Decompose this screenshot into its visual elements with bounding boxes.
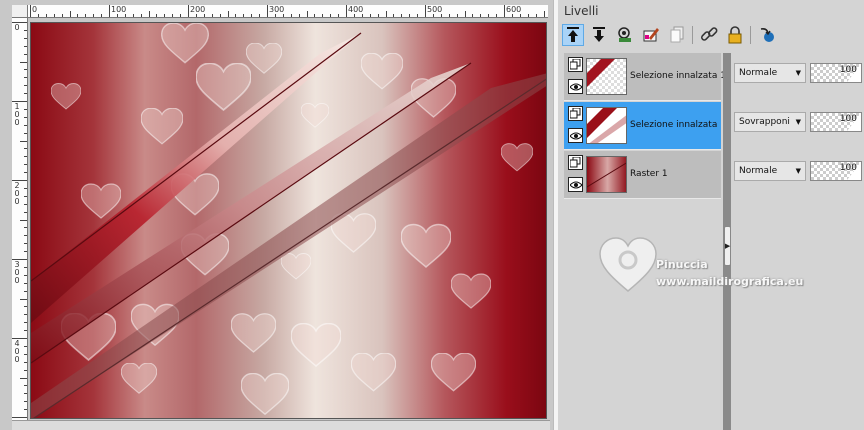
ruler-label: 200: [190, 5, 206, 14]
eye-icon: [569, 132, 582, 139]
ruler-label: 4 0 0: [14, 339, 20, 364]
ruler-label: 0: [32, 5, 38, 14]
watermark-heart-icon: [599, 237, 657, 292]
watermark-name: Pinuccia: [656, 258, 708, 271]
layers-toolbar: [558, 24, 864, 48]
layer-thumbnail: [586, 156, 627, 193]
blend-mode-select[interactable]: Normale ▼: [734, 161, 806, 181]
layer-group-toggle[interactable]: [568, 106, 583, 121]
blend-mode-select[interactable]: Sovrapponi ▼: [734, 112, 806, 132]
ruler-label: 400: [348, 5, 364, 14]
ruler-label: 0: [14, 23, 20, 32]
opacity-field[interactable]: 100: [810, 63, 862, 83]
chevron-down-icon: ▼: [795, 167, 801, 175]
brush-layer-button[interactable]: [640, 24, 662, 46]
vertical-ruler: 0 1 0 0 2 0 0 3 0 0 4 0 0: [12, 18, 28, 420]
layer-name: Raster 1: [630, 169, 668, 179]
chevron-down-icon: ▼: [795, 69, 801, 77]
blend-mode-value: Normale: [739, 166, 778, 176]
layer-thumbnail: [586, 107, 627, 144]
layers-stack-icon: [570, 59, 581, 70]
watermark-site: www.maildirografica.eu: [656, 275, 804, 288]
image-canvas[interactable]: [30, 22, 547, 419]
new-layer-down-button[interactable]: [588, 24, 610, 46]
visibility-toggle[interactable]: [568, 128, 583, 143]
layer-group-toggle[interactable]: [568, 155, 583, 170]
ruler-label: 100: [111, 5, 127, 14]
artwork-image: [31, 23, 546, 418]
expand-panel-button[interactable]: ▶: [724, 226, 731, 266]
ruler-label: 600: [506, 5, 522, 14]
layers-stack-icon: [570, 108, 581, 119]
visibility-toggle[interactable]: [568, 79, 583, 94]
mask-icon: [618, 27, 631, 42]
refresh-icon: [760, 28, 774, 42]
layer-thumbnail: [586, 58, 627, 95]
opacity-field[interactable]: 100: [810, 112, 862, 132]
layer-name: Selezione innalzata: [630, 120, 718, 130]
blend-mode-select[interactable]: Normale ▼: [734, 63, 806, 83]
layer-group-toggle[interactable]: [568, 57, 583, 72]
mask-button[interactable]: [614, 24, 636, 46]
ruler-label: 300: [269, 5, 285, 14]
chevron-down-icon: ▼: [795, 118, 801, 126]
layer-row-selezione-innalzata-1[interactable]: Selezione innalzata 1: [564, 53, 726, 101]
layer-name: Selezione innalzata 1: [630, 71, 726, 81]
horizontal-scrollbar[interactable]: [12, 420, 550, 430]
opacity-field[interactable]: 100: [810, 161, 862, 181]
lock-button[interactable]: [724, 24, 746, 46]
ruler-label: 3 0 0: [14, 260, 20, 285]
layers-stack-icon: [570, 157, 581, 168]
blend-mode-value: Normale: [739, 68, 778, 78]
ruler-corner: [12, 5, 28, 18]
chevron-right-icon: ▶: [724, 242, 731, 250]
duplicate-layer-button[interactable]: [666, 24, 688, 46]
ruler-label: 500: [427, 5, 443, 14]
blend-mode-value: Sovrapponi: [739, 117, 790, 127]
ruler-label: 2 0 0: [14, 181, 20, 206]
panel-title: Livelli: [564, 4, 599, 18]
eye-icon: [569, 83, 582, 90]
eye-icon: [569, 181, 582, 188]
opacity-value: 100: [839, 114, 857, 124]
new-layer-up-button[interactable]: [562, 24, 584, 46]
horizontal-ruler: 0 100 200 300 400 500 600: [12, 5, 548, 18]
link-icon: [700, 27, 718, 41]
refresh-button[interactable]: [756, 24, 778, 46]
duplicate-layer-icon: [670, 26, 684, 43]
opacity-value: 100: [839, 163, 857, 173]
brush-layer-icon: [643, 28, 659, 42]
opacity-value: 100: [839, 65, 857, 75]
canvas-area[interactable]: 0 100 200 300 400 500 600 0 1 0 0 2 0 0 3 0 0 4 0 …: [0, 0, 553, 430]
lock-icon: [728, 26, 742, 44]
layer-list: Selezione innalzata 1 Selezione innalzat…: [564, 53, 726, 199]
visibility-toggle[interactable]: [568, 177, 583, 192]
layer-row-raster-1[interactable]: Raster 1: [564, 151, 721, 199]
new-layer-up-icon: [567, 27, 579, 42]
layers-panel: Livelli Selezione innalzata 1 Selezione …: [558, 0, 864, 430]
layer-row-selezione-innalzata[interactable]: Selezione innalzata: [564, 102, 721, 150]
new-layer-down-icon: [593, 27, 605, 42]
link-button[interactable]: [698, 24, 720, 46]
ruler-label: 1 0 0: [14, 102, 20, 127]
